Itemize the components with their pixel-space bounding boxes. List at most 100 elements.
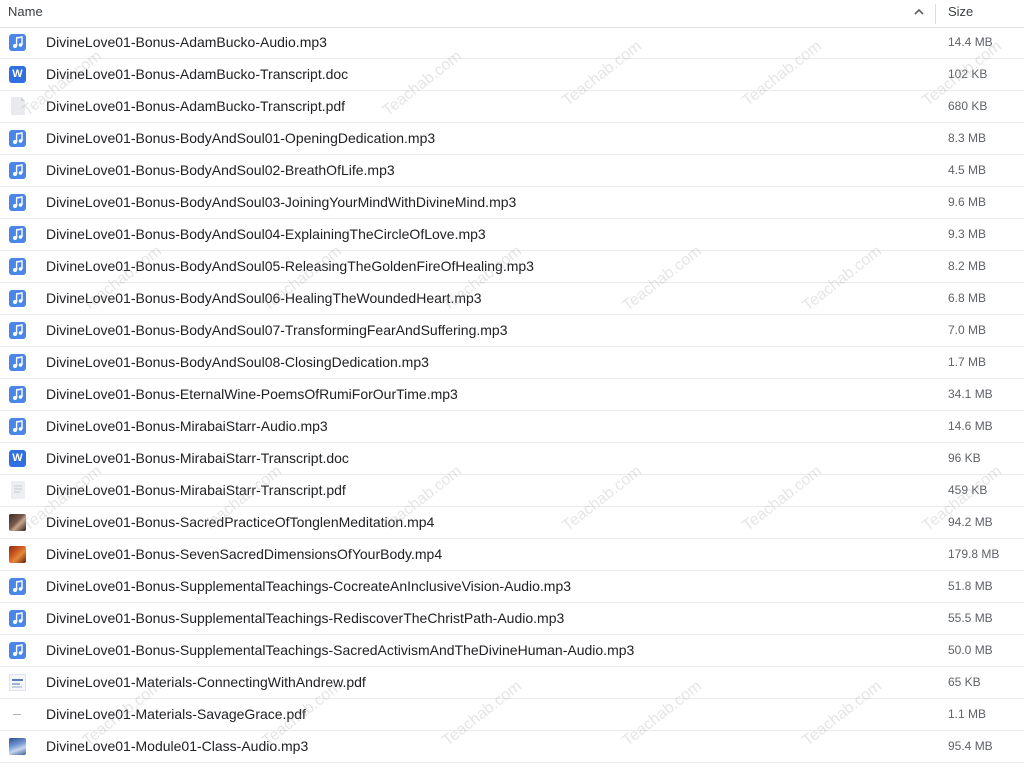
- file-row[interactable]: DivineLove01-Bonus-BodyAndSoul02-BreathO…: [0, 155, 1024, 187]
- file-name: DivineLove01-Bonus-AdamBucko-Transcript.…: [46, 66, 349, 82]
- file-name: DivineLove01-Bonus-SupplementalTeachings…: [46, 578, 572, 594]
- file-size: 14.6 MB: [948, 419, 993, 433]
- file-size: 459 KB: [948, 483, 988, 497]
- name-column-label: Name: [8, 4, 43, 19]
- file-size: 9.6 MB: [948, 195, 987, 209]
- file-row[interactable]: DivineLove01-Bonus-SupplementalTeachings…: [0, 603, 1024, 635]
- file-name: DivineLove01-Bonus-SacredPracticeOfTongl…: [46, 514, 435, 530]
- file-name: DivineLove01-Bonus-BodyAndSoul02-BreathO…: [46, 162, 395, 178]
- file-size: 680 KB: [948, 99, 988, 113]
- audio-file-icon: [9, 610, 26, 627]
- name-column-header[interactable]: Name: [0, 0, 934, 27]
- file-name: DivineLove01-Bonus-EternalWine-PoemsOfRu…: [46, 386, 458, 402]
- pdf-thumbnail-icon: [9, 674, 26, 691]
- file-name: DivineLove01-Bonus-BodyAndSoul05-Releasi…: [46, 258, 534, 274]
- file-name: DivineLove01-Bonus-MirabaiStarr-Audio.mp…: [46, 418, 328, 434]
- file-name: DivineLove01-Bonus-BodyAndSoul04-Explain…: [46, 226, 486, 242]
- file-row[interactable]: DivineLove01-Bonus-SupplementalTeachings…: [0, 635, 1024, 667]
- file-size: 9.3 MB: [948, 227, 987, 241]
- file-row[interactable]: DivineLove01-Bonus-EternalWine-PoemsOfRu…: [0, 379, 1024, 411]
- file-row[interactable]: DivineLove01-Bonus-BodyAndSoul08-Closing…: [0, 347, 1024, 379]
- file-size: 34.1 MB: [948, 387, 993, 401]
- file-name: DivineLove01-Bonus-AdamBucko-Transcript.…: [46, 98, 346, 114]
- file-size: 7.0 MB: [948, 323, 987, 337]
- file-size: 50.0 MB: [948, 643, 993, 657]
- file-name: DivineLove01-Bonus-SupplementalTeachings…: [46, 610, 565, 626]
- file-row[interactable]: DivineLove01-Bonus-BodyAndSoul07-Transfo…: [0, 315, 1024, 347]
- audio-file-icon: [9, 578, 26, 595]
- file-name: DivineLove01-Bonus-SevenSacredDimensions…: [46, 546, 443, 562]
- file-name: DivineLove01-Bonus-SupplementalTeachings…: [46, 642, 635, 658]
- file-row[interactable]: DivineLove01-Materials-SavageGrace.pdf 1…: [0, 699, 1024, 731]
- file-row[interactable]: DivineLove01-Bonus-SupplementalTeachings…: [0, 571, 1024, 603]
- file-size: 179.8 MB: [948, 547, 1000, 561]
- file-name: DivineLove01-Bonus-BodyAndSoul03-Joining…: [46, 194, 517, 210]
- file-size: 6.8 MB: [948, 291, 987, 305]
- file-size: 4.5 MB: [948, 163, 987, 177]
- file-size: 14.4 MB: [948, 35, 993, 49]
- file-row[interactable]: DivineLove01-Bonus-AdamBucko-Transcript.…: [0, 91, 1024, 123]
- column-divider[interactable]: [935, 4, 936, 24]
- file-rows: DivineLove01-Bonus-AdamBucko-Audio.mp3 1…: [0, 27, 1024, 763]
- file-row[interactable]: DivineLove01-Bonus-BodyAndSoul01-Opening…: [0, 123, 1024, 155]
- file-size: 51.8 MB: [948, 579, 993, 593]
- file-size: 8.3 MB: [948, 131, 987, 145]
- file-size: 102 KB: [948, 67, 988, 81]
- file-name: DivineLove01-Bonus-BodyAndSoul08-Closing…: [46, 354, 429, 370]
- file-row[interactable]: DivineLove01-Bonus-BodyAndSoul03-Joining…: [0, 187, 1024, 219]
- file-name: DivineLove01-Materials-SavageGrace.pdf: [46, 706, 306, 722]
- file-name: DivineLove01-Bonus-BodyAndSoul07-Transfo…: [46, 322, 508, 338]
- audio-file-icon: [9, 290, 26, 307]
- file-row[interactable]: DivineLove01-Bonus-BodyAndSoul06-Healing…: [0, 283, 1024, 315]
- audio-file-icon: [9, 34, 26, 51]
- file-size: 95.4 MB: [948, 739, 993, 753]
- file-name: DivineLove01-Materials-ConnectingWithAnd…: [46, 674, 366, 690]
- file-row[interactable]: DivineLove01-Bonus-AdamBucko-Audio.mp3 1…: [0, 27, 1024, 59]
- file-row[interactable]: DivineLove01-Module01-Class-Audio.mp3 95…: [0, 731, 1024, 763]
- file-row[interactable]: DivineLove01-Materials-ConnectingWithAnd…: [0, 667, 1024, 699]
- file-row[interactable]: DivineLove01-Bonus-BodyAndSoul05-Releasi…: [0, 251, 1024, 283]
- file-size: 94.2 MB: [948, 515, 993, 529]
- audio-file-icon: [9, 322, 26, 339]
- pdf-file-icon: [11, 97, 25, 115]
- file-size: 8.2 MB: [948, 259, 987, 273]
- video-thumbnail-icon: [9, 546, 26, 563]
- word-document-icon: W: [9, 450, 26, 467]
- file-row[interactable]: DivineLove01-Bonus-BodyAndSoul04-Explain…: [0, 219, 1024, 251]
- file-row[interactable]: W DivineLove01-Bonus-MirabaiStarr-Transc…: [0, 443, 1024, 475]
- audio-thumbnail-icon: [9, 738, 26, 755]
- file-row[interactable]: DivineLove01-Bonus-MirabaiStarr-Transcri…: [0, 475, 1024, 507]
- file-name: DivineLove01-Bonus-BodyAndSoul01-Opening…: [46, 130, 436, 146]
- pdf-file-icon: [11, 481, 25, 499]
- file-name: DivineLove01-Bonus-BodyAndSoul06-Healing…: [46, 290, 482, 306]
- audio-file-icon: [9, 130, 26, 147]
- audio-file-icon: [9, 354, 26, 371]
- audio-file-icon: [9, 642, 26, 659]
- file-row[interactable]: DivineLove01-Bonus-SacredPracticeOfTongl…: [0, 507, 1024, 539]
- file-size: 55.5 MB: [948, 611, 993, 625]
- file-row[interactable]: W DivineLove01-Bonus-AdamBucko-Transcrip…: [0, 59, 1024, 91]
- list-header: Name Size: [0, 0, 1024, 28]
- size-column-header[interactable]: Size: [948, 0, 973, 27]
- audio-file-icon: [9, 386, 26, 403]
- audio-file-icon: [9, 162, 26, 179]
- file-row[interactable]: DivineLove01-Bonus-SevenSacredDimensions…: [0, 539, 1024, 571]
- file-row[interactable]: DivineLove01-Bonus-MirabaiStarr-Audio.mp…: [0, 411, 1024, 443]
- size-column-label: Size: [948, 4, 974, 19]
- file-size: 65 KB: [948, 675, 981, 689]
- video-thumbnail-icon: [9, 514, 26, 531]
- file-size: 1.7 MB: [948, 355, 987, 369]
- file-size: 96 KB: [948, 451, 981, 465]
- file-list: Name Size DivineLove01-Bonus-AdamBucko-A…: [0, 0, 1024, 768]
- word-document-icon: W: [9, 66, 26, 83]
- file-name: DivineLove01-Bonus-MirabaiStarr-Transcri…: [46, 450, 349, 466]
- audio-file-icon: [9, 418, 26, 435]
- pdf-thumbnail-icon: [9, 706, 26, 723]
- file-name: DivineLove01-Module01-Class-Audio.mp3: [46, 738, 309, 754]
- audio-file-icon: [9, 226, 26, 243]
- audio-file-icon: [9, 258, 26, 275]
- file-name: DivineLove01-Bonus-MirabaiStarr-Transcri…: [46, 482, 346, 498]
- sort-ascending-icon[interactable]: [914, 7, 924, 17]
- audio-file-icon: [9, 194, 26, 211]
- file-size: 1.1 MB: [948, 707, 987, 721]
